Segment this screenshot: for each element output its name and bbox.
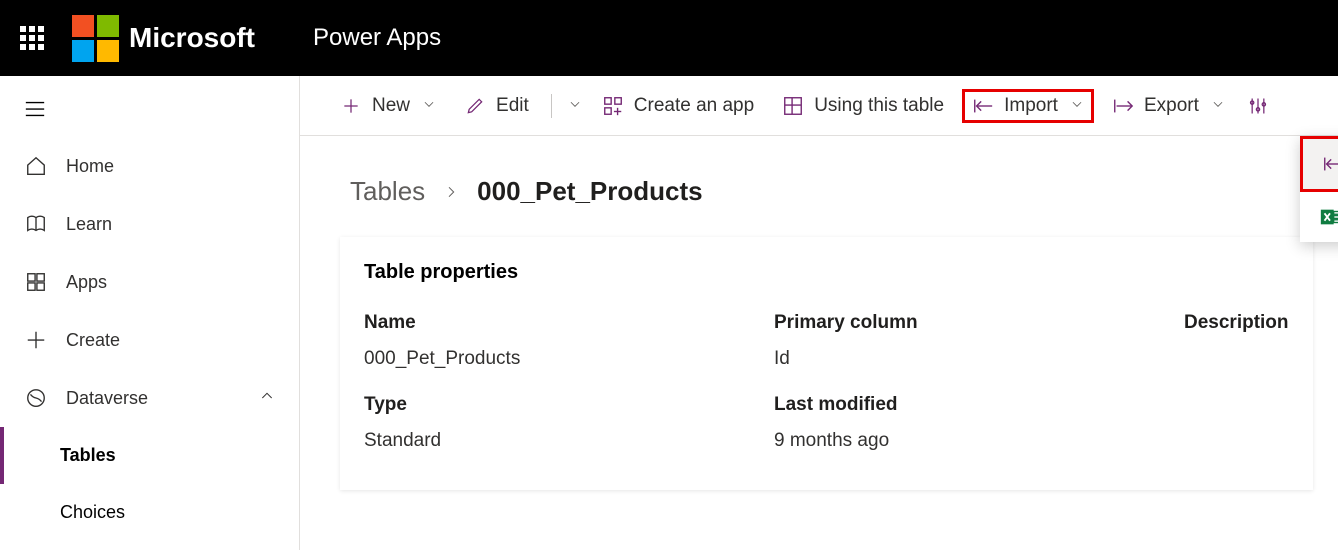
- sidebar-item-home[interactable]: Home: [0, 137, 299, 195]
- import-dropdown: Import data Import data from Excel: [1300, 136, 1338, 242]
- sidebar-subitem-label: Choices: [60, 502, 125, 523]
- chevron-down-icon: [1070, 95, 1084, 117]
- export-icon: [1112, 95, 1134, 117]
- chevron-right-icon: [443, 176, 459, 207]
- app-plus-icon: [602, 95, 624, 117]
- import-data-excel-item[interactable]: Import data from Excel: [1300, 192, 1338, 242]
- sidebar-subitem-tables[interactable]: Tables: [0, 427, 299, 484]
- sidebar: Home Learn Apps Create Dataverse: [0, 76, 300, 550]
- microsoft-logo-icon: [72, 15, 119, 62]
- sidebar-item-label: Dataverse: [66, 388, 148, 409]
- prop-value-type: Standard: [364, 426, 774, 466]
- app-launcher-icon[interactable]: [20, 26, 44, 50]
- prop-value-name: 000_Pet_Products: [364, 344, 774, 384]
- excel-icon: [1318, 206, 1338, 228]
- home-icon: [24, 155, 48, 177]
- export-button[interactable]: Export: [1102, 89, 1235, 123]
- tool-label: New: [372, 95, 410, 117]
- tool-label: Create an app: [634, 95, 754, 117]
- tool-label: Export: [1144, 95, 1199, 117]
- sidebar-subitem-choices[interactable]: Choices: [0, 484, 299, 541]
- sidebar-item-create[interactable]: Create: [0, 311, 299, 369]
- new-button[interactable]: New: [330, 89, 446, 123]
- prop-label-modified: Last modified: [774, 394, 1184, 416]
- edit-split-button[interactable]: [564, 89, 584, 123]
- overflow-button[interactable]: [1243, 90, 1273, 122]
- dataverse-icon: [24, 387, 48, 409]
- sidebar-item-apps[interactable]: Apps: [0, 253, 299, 311]
- pencil-icon: [464, 96, 486, 116]
- create-app-button[interactable]: Create an app: [592, 89, 764, 123]
- chevron-down-icon: [422, 95, 436, 117]
- import-button[interactable]: Import: [962, 89, 1094, 123]
- using-table-button[interactable]: Using this table: [772, 89, 954, 123]
- prop-value-primary: Id: [774, 344, 1184, 384]
- import-data-item[interactable]: Import data: [1300, 136, 1338, 192]
- sidebar-subitem-label: Tables: [60, 445, 116, 466]
- prop-label-description: Description: [1184, 312, 1289, 334]
- tool-label: Edit: [496, 95, 529, 117]
- global-header: Microsoft Power Apps: [0, 0, 1338, 76]
- sidebar-item-label: Apps: [66, 272, 107, 293]
- sidebar-item-label: Learn: [66, 214, 112, 235]
- breadcrumb: Tables 000_Pet_Products: [300, 136, 1338, 227]
- import-icon: [1321, 153, 1338, 175]
- content-area: New Edit Create a: [300, 76, 1338, 550]
- app-name: Power Apps: [313, 24, 441, 52]
- breadcrumb-root[interactable]: Tables: [350, 176, 425, 207]
- book-icon: [24, 213, 48, 235]
- separator: [551, 94, 552, 118]
- tool-label: Import: [1004, 95, 1058, 117]
- prop-value-description: [1184, 344, 1289, 384]
- brand-text: Microsoft: [129, 22, 255, 54]
- chevron-down-icon: [568, 95, 582, 117]
- grid-icon: [24, 271, 48, 293]
- plus-icon: [340, 96, 362, 116]
- chevron-up-icon: [259, 388, 275, 409]
- edit-button[interactable]: Edit: [454, 89, 539, 123]
- sidebar-item-label: Create: [66, 330, 120, 351]
- table-properties-card: Table properties Name Primary column Des…: [340, 237, 1313, 490]
- prop-label-primary: Primary column: [774, 312, 1184, 334]
- card-title: Table properties: [364, 261, 1289, 284]
- import-icon: [972, 95, 994, 117]
- microsoft-brand[interactable]: Microsoft: [72, 15, 255, 62]
- sliders-icon: [1247, 96, 1269, 116]
- prop-label-type: Type: [364, 394, 774, 416]
- sidebar-item-label: Home: [66, 156, 114, 177]
- breadcrumb-current: 000_Pet_Products: [477, 176, 702, 207]
- tool-label: Using this table: [814, 95, 944, 117]
- chevron-down-icon: [1211, 95, 1225, 117]
- prop-value-modified: 9 months ago: [774, 426, 1184, 466]
- prop-label-name: Name: [364, 312, 774, 334]
- hamburger-menu-button[interactable]: [0, 86, 299, 137]
- plus-icon: [24, 329, 48, 351]
- sidebar-item-learn[interactable]: Learn: [0, 195, 299, 253]
- sidebar-item-dataverse[interactable]: Dataverse: [0, 369, 299, 427]
- command-bar: New Edit Create a: [300, 76, 1338, 136]
- table-icon: [782, 95, 804, 117]
